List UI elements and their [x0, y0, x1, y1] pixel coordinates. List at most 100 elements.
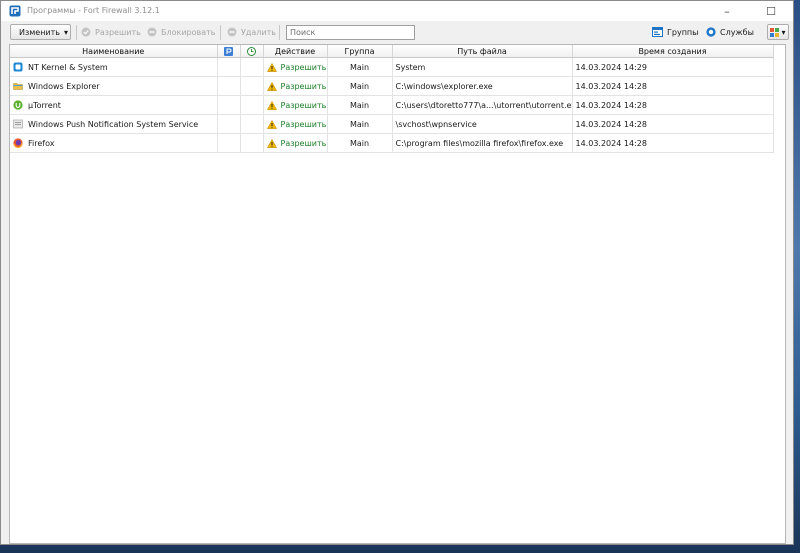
table-row[interactable]: Firefox Разрешить Main C:\program files\moz…: [10, 133, 774, 153]
warning-icon: [266, 62, 277, 72]
cell-name[interactable]: NT Kernel & System: [10, 57, 218, 77]
toolbar: Изменить ▾ Разрешить Блокировать Удалить: [1, 21, 793, 45]
action-label: Разрешить: [280, 100, 327, 110]
program-name: Windows Explorer: [28, 81, 100, 91]
toolbar-separator: [76, 25, 77, 40]
firefox-icon: [13, 138, 23, 148]
action-label: Разрешить: [280, 138, 327, 148]
grid-menu-icon: [770, 27, 780, 37]
cell-schedule[interactable]: [240, 95, 264, 115]
cell-param[interactable]: [217, 76, 241, 96]
programs-table: Наименование Действие Группа Путь файла …: [9, 44, 786, 544]
services-icon: [706, 27, 716, 37]
allow-button[interactable]: Разрешить: [81, 24, 141, 40]
block-button[interactable]: Блокировать: [147, 24, 216, 40]
cell-group[interactable]: Main: [327, 76, 393, 96]
edit-button[interactable]: Изменить ▾: [10, 24, 71, 40]
table-row[interactable]: NT Kernel & System Разрешить Main System 14.…: [10, 57, 774, 77]
warning-icon: [266, 138, 277, 148]
cell-action[interactable]: Разрешить: [263, 76, 328, 96]
delete-label: Удалить: [241, 27, 276, 37]
cell-name[interactable]: µTorrent: [10, 95, 218, 115]
warning-icon: [266, 119, 277, 129]
table-row[interactable]: µTorrent Разрешить Main C:\users\dtoretto77…: [10, 95, 774, 115]
clock-icon: [247, 46, 256, 56]
cell-name[interactable]: Firefox: [10, 133, 218, 153]
cell-name[interactable]: Windows Explorer: [10, 76, 218, 96]
cell-created[interactable]: 14.03.2024 14:28: [572, 133, 774, 153]
cell-param[interactable]: [217, 133, 241, 153]
cell-created[interactable]: 14.03.2024 14:29: [572, 57, 774, 77]
groups-button[interactable]: Группы: [652, 24, 698, 40]
toolbar-separator: [220, 25, 221, 40]
column-header-schedule[interactable]: [240, 45, 264, 58]
cell-action[interactable]: Разрешить: [263, 114, 328, 134]
service-icon: [13, 119, 23, 129]
services-button[interactable]: Службы: [706, 24, 754, 40]
program-name: Windows Push Notification System Service: [28, 119, 199, 129]
delete-button[interactable]: Удалить: [227, 24, 276, 40]
cell-created[interactable]: 14.03.2024 14:28: [572, 114, 774, 134]
program-name: NT Kernel & System: [28, 62, 108, 72]
cell-param[interactable]: [217, 114, 241, 134]
column-header-group[interactable]: Группа: [327, 45, 393, 58]
maximize-icon: ☐: [766, 4, 776, 18]
cell-schedule[interactable]: [240, 76, 264, 96]
cell-group[interactable]: Main: [327, 95, 393, 115]
utorrent-icon: [13, 100, 23, 110]
cell-schedule[interactable]: [240, 57, 264, 77]
cell-schedule[interactable]: [240, 133, 264, 153]
minimize-button[interactable]: –: [705, 1, 749, 21]
cell-group[interactable]: Main: [327, 133, 393, 153]
column-header-created[interactable]: Время создания: [572, 45, 774, 58]
cell-action[interactable]: Разрешить: [263, 57, 328, 77]
folder-icon: [13, 81, 23, 91]
table-header: Наименование Действие Группа Путь файла …: [10, 45, 774, 58]
table-row[interactable]: Windows Push Notification System Service…: [10, 114, 774, 134]
action-label: Разрешить: [280, 119, 327, 129]
cell-path[interactable]: C:\windows\explorer.exe: [392, 76, 573, 96]
cell-param[interactable]: [217, 57, 241, 77]
chevron-down-icon: ▾: [781, 27, 786, 37]
fort-firewall-app-icon: [9, 5, 21, 17]
cell-created[interactable]: 14.03.2024 14:28: [572, 95, 774, 115]
column-header-action[interactable]: Действие: [263, 45, 328, 58]
toolbar-separator: [279, 25, 280, 40]
check-circle-icon: [81, 27, 91, 37]
action-label: Разрешить: [280, 81, 327, 91]
services-label: Службы: [720, 27, 754, 37]
table-row[interactable]: Windows Explorer Разрешить Main C:\windows\…: [10, 76, 774, 96]
cell-schedule[interactable]: [240, 114, 264, 134]
maximize-button[interactable]: ☐: [749, 1, 793, 21]
cell-path[interactable]: C:\users\dtoretto777\a...\utorrent\utorr…: [392, 95, 573, 115]
title-bar[interactable]: Программы - Fort Firewall 3.12.1 – ☐: [1, 1, 793, 21]
system-icon: [13, 62, 23, 72]
column-header-name[interactable]: Наименование: [10, 45, 218, 58]
cell-param[interactable]: [217, 95, 241, 115]
cell-action[interactable]: Разрешить: [263, 95, 328, 115]
column-header-path[interactable]: Путь файла: [392, 45, 573, 58]
cell-path[interactable]: C:\program files\mozilla firefox\firefox…: [392, 133, 573, 153]
cell-path[interactable]: System: [392, 57, 573, 77]
warning-icon: [266, 100, 277, 110]
column-header-param[interactable]: [217, 45, 241, 58]
param-icon: [224, 46, 233, 56]
program-name: Firefox: [28, 138, 55, 148]
cell-action[interactable]: Разрешить: [263, 133, 328, 153]
window-title: Программы - Fort Firewall 3.12.1: [27, 6, 160, 15]
cell-name[interactable]: Windows Push Notification System Service: [10, 114, 218, 134]
program-name: µTorrent: [28, 100, 61, 110]
cell-created[interactable]: 14.03.2024 14:28: [572, 76, 774, 96]
search-input[interactable]: [286, 25, 415, 40]
cell-group[interactable]: Main: [327, 57, 393, 77]
block-circle-icon: [147, 27, 157, 37]
programs-window: Программы - Fort Firewall 3.12.1 – ☐ Изм…: [0, 0, 794, 545]
allow-label: Разрешить: [95, 27, 141, 37]
edit-label: Изменить: [19, 27, 60, 37]
cell-path[interactable]: \svchost\wpnservice: [392, 114, 573, 134]
groups-icon: [652, 27, 663, 37]
warning-icon: [266, 81, 277, 91]
options-menu-button[interactable]: ▾: [767, 24, 789, 40]
cell-group[interactable]: Main: [327, 114, 393, 134]
chevron-down-icon: ▾: [64, 27, 69, 37]
